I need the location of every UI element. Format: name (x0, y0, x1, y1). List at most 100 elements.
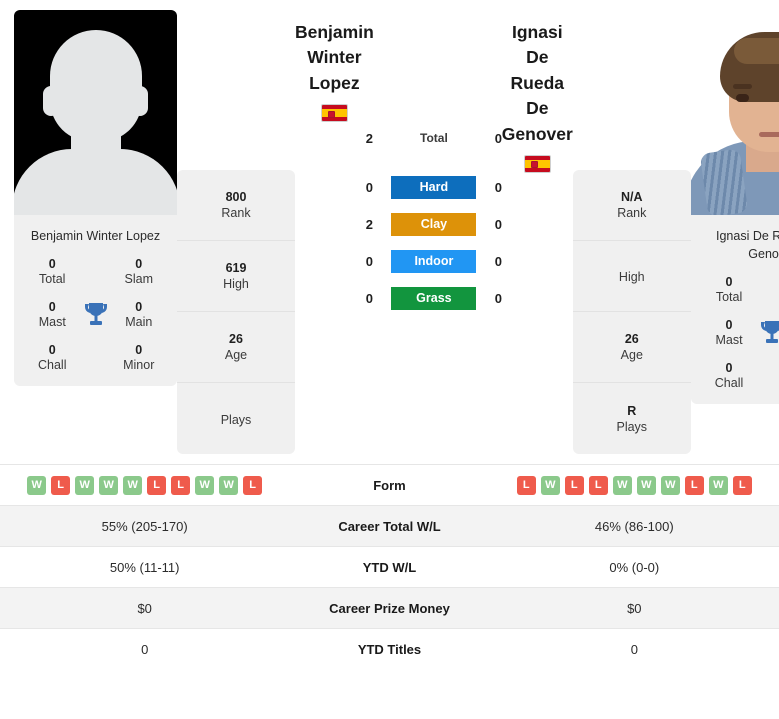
right-trophy-chall-label: Chall (714, 376, 744, 391)
flag-coat-of-arms (327, 110, 335, 118)
right-stat-age-label: Age (620, 348, 643, 362)
avatar-ear-left (43, 86, 59, 116)
left-player-photo (14, 10, 177, 215)
left-trophy-minor-value: 0 (135, 343, 143, 358)
form-badge-w: W (708, 475, 728, 495)
left-trophy-grid: 0 Total 0 Slam 0 Mast 0 Main 0 Chall 0 M… (20, 257, 171, 372)
left-player-name-card: Benjamin Winter Lopez 0 Total 0 Slam 0 M… (14, 215, 177, 387)
row-label-ytd-titles: YTD Titles (357, 641, 422, 657)
left-flag-wrap (295, 104, 374, 123)
right-trophy-chall-value: 0 (725, 361, 733, 376)
trophy-icon (755, 319, 779, 347)
form-badge-w: W (195, 475, 215, 495)
right-ytd-titles: 0 (630, 641, 638, 657)
right-stat-plays: R Plays (572, 383, 691, 454)
surface-badge-indoor[interactable]: Indoor (391, 249, 477, 273)
form-badge-l: L (171, 475, 191, 495)
left-trophy-main: 0 Main (113, 300, 166, 329)
left-player-card: Benjamin Winter Lopez 0 Total 0 Slam 0 M… (14, 10, 177, 387)
form-badge-l: L (51, 475, 71, 495)
table-row-ytd-wl: 50% (11-11) YTD W/L 0% (0-0) (0, 546, 779, 588)
right-stat-rank-value: N/A (621, 190, 643, 204)
spain-flag-icon (523, 154, 551, 173)
table-row-ytd-titles: 0 YTD Titles 0 (0, 628, 779, 670)
left-trophy-total-value: 0 (48, 257, 56, 272)
row-label-form: Form (373, 477, 406, 493)
left-stat-age-value: 26 (229, 332, 243, 346)
right-trophy-mast-label: Mast (715, 333, 743, 348)
right-ytd-wl: 0% (0-0) (609, 559, 660, 575)
right-stat-high-label: High (618, 270, 645, 284)
avatar-body-shape (14, 149, 177, 215)
form-badge-w: W (99, 475, 119, 495)
row-label-career-prize-money: Career Prize Money (329, 600, 450, 616)
left-stat-plays: Plays (177, 383, 295, 454)
right-player-heading-line2: De Genover (501, 98, 573, 144)
right-player-photo (690, 10, 779, 215)
right-stat-high: High (572, 241, 691, 312)
right-flag-wrap (502, 154, 573, 173)
left-player-name: Benjamin Winter Lopez (30, 229, 161, 243)
left-player-heading: Benjamin Winter Lopez (295, 20, 374, 173)
left-trophy-mast-label: Mast (38, 315, 66, 330)
right-trophy-chall: 0 Chall (703, 361, 756, 390)
form-badge-l: L (516, 475, 536, 495)
left-stat-rank: 800 Rank (177, 170, 295, 241)
row-label-career-total-wl: Career Total W/L (338, 518, 441, 534)
right-trophy-grid: 0 Total 0 Slam 0 Mast (697, 275, 779, 390)
right-trophy-mast-value: 0 (725, 318, 733, 333)
left-stat-age-label: Age (224, 348, 248, 362)
left-trophy-total-label: Total (39, 272, 66, 287)
left-trophy-chall: 0 Chall (26, 343, 79, 372)
portrait-eyebrow-left (732, 84, 752, 89)
left-trophy-chall-value: 0 (48, 343, 56, 358)
form-badge-l: L (588, 475, 608, 495)
avatar-head-shape (49, 30, 142, 142)
h2h-total-label: Total (420, 130, 448, 145)
right-player-card: Ignasi De Rueda De Genover 0 Total 0 Sla… (690, 10, 779, 405)
surface-comparison-column: Benjamin Winter Lopez Ignasi De Rueda De… (295, 10, 573, 324)
right-stat-age-value: 26 (624, 332, 639, 346)
right-career-prize-money: $0 (627, 600, 642, 616)
surface-badge-hard[interactable]: Hard (391, 175, 477, 199)
h2h-row-grass: 0 Grass 0 (295, 286, 573, 310)
form-badge-w: W (75, 475, 95, 495)
left-trophy-main-label: Main (125, 315, 153, 330)
left-trophy-total: 0 Total (26, 257, 79, 286)
form-badge-w: W (123, 475, 143, 495)
h2h-indoor-right-score: 0 (494, 253, 502, 269)
right-player-heading-line1: Ignasi De Rueda (510, 22, 565, 93)
comparison-table: WLWWWLLWWL Form LWLLWWWLWL 55% (205-170)… (0, 464, 779, 670)
left-stat-stack: 800 Rank 619 High 26 Age Plays (177, 170, 295, 454)
left-stat-age: 26 Age (177, 312, 295, 383)
flag-coat-of-arms (530, 161, 538, 169)
right-stat-age: 26 Age (572, 312, 691, 383)
left-ytd-wl: 50% (11-11) (109, 559, 180, 575)
h2h-clay-right-score: 0 (494, 216, 502, 232)
h2h-grass-right-score: 0 (494, 290, 502, 306)
right-stat-stack: N/A Rank High 26 Age R Plays (572, 170, 691, 454)
right-stat-plays-label: Plays (616, 419, 648, 434)
right-trophy-total-value: 0 (725, 275, 733, 290)
h2h-total-right-score: 0 (494, 130, 502, 146)
avatar-ear-right (132, 86, 148, 116)
right-trophy-total: 0 Total (703, 275, 756, 304)
left-trophy-mast-value: 0 (48, 300, 56, 315)
left-trophy-main-value: 0 (135, 300, 143, 315)
table-row-career-prize-money: $0 Career Prize Money $0 (0, 587, 779, 629)
right-form-cell: LWLLWWWLWL (490, 465, 779, 506)
surface-badge-clay[interactable]: Clay (391, 212, 477, 236)
left-career-total-wl: 55% (205-170) (101, 518, 188, 534)
form-badge-w: W (219, 475, 239, 495)
head-to-head-section: Benjamin Winter Lopez 0 Total 0 Slam 0 M… (0, 0, 779, 454)
left-trophy-mast: 0 Mast (26, 300, 79, 329)
h2h-row-indoor: 0 Indoor 0 (295, 249, 573, 273)
form-badge-l: L (564, 475, 584, 495)
row-label-ytd-wl: YTD W/L (362, 559, 417, 575)
left-stat-high-label: High (223, 277, 249, 291)
portrait-eye-left (735, 94, 749, 102)
surface-badge-grass[interactable]: Grass (391, 286, 477, 310)
form-badge-l: L (684, 475, 704, 495)
trophy-icon (79, 301, 113, 329)
h2h-row-clay: 2 Clay 0 (295, 212, 573, 236)
